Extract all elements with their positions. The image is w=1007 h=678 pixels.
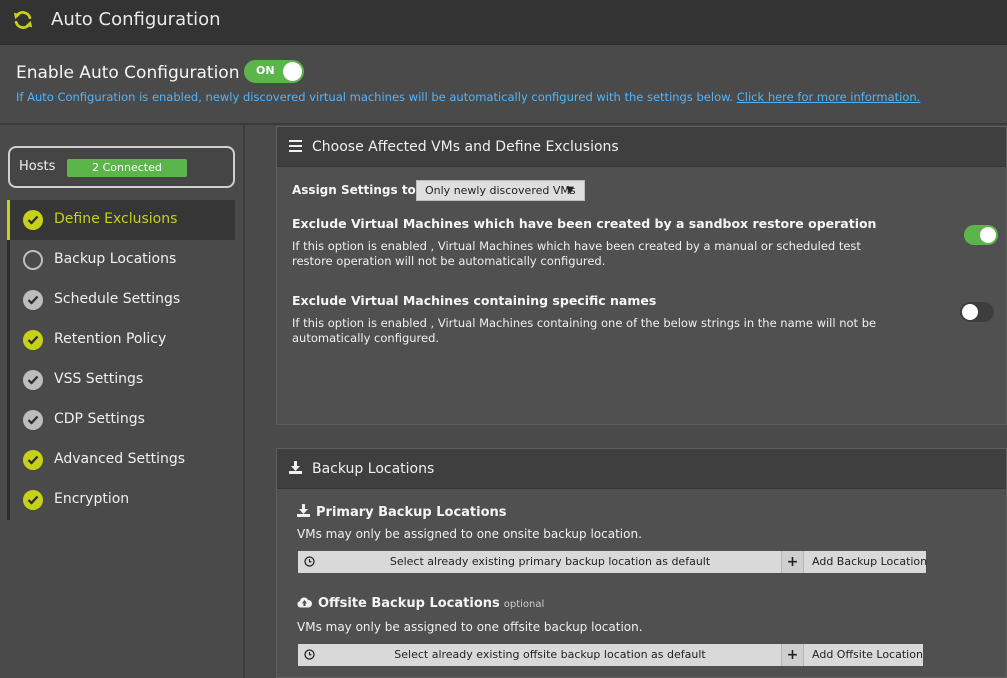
hosts-box[interactable]: Hosts 2 Connected xyxy=(8,146,235,188)
enable-auto-config-row: Enable Auto Configuration ON xyxy=(16,60,304,86)
primary-backup-desc: VMs may only be assigned to one onsite b… xyxy=(297,527,642,541)
check-circle-icon xyxy=(23,490,43,510)
primary-location-bar: Select already existing primary backup l… xyxy=(298,551,927,573)
add-icon[interactable]: + xyxy=(781,551,803,573)
sandbox-exclusion-desc: If this option is enabled , Virtual Mach… xyxy=(292,239,861,268)
enable-auto-config-toggle[interactable]: ON xyxy=(244,60,304,83)
sidebar-item-label: Schedule Settings xyxy=(54,291,181,307)
toggle-knob xyxy=(962,304,978,320)
sidebar-item-label: Backup Locations xyxy=(54,251,177,267)
sidebar-item-advanced-settings[interactable]: Advanced Settings xyxy=(10,440,235,480)
offsite-location-bar: Select already existing offsite backup l… xyxy=(298,644,923,666)
page-title: Auto Configuration xyxy=(51,9,221,30)
primary-backup-title-text: Primary Backup Locations xyxy=(316,505,507,520)
sidebar-item-vss-settings[interactable]: VSS Settings xyxy=(10,360,235,400)
offsite-backup-desc: VMs may only be assigned to one offsite … xyxy=(297,620,643,634)
download-icon xyxy=(297,504,310,517)
assign-settings-select[interactable]: Only newly discovered VMs ▼ xyxy=(416,180,585,201)
cloud-upload-icon xyxy=(297,597,312,608)
title-bar: Auto Configuration xyxy=(0,0,1007,45)
sidebar-item-label: Define Exclusions xyxy=(54,211,178,227)
add-backup-location-button[interactable]: Add Backup Location xyxy=(803,551,927,573)
info-description: If Auto Configuration is enabled, newly … xyxy=(16,90,734,104)
download-icon xyxy=(289,461,302,474)
info-text: If Auto Configuration is enabled, newly … xyxy=(16,90,920,104)
toggle-knob xyxy=(980,227,996,243)
backup-locations-panel-title: Backup Locations xyxy=(312,461,435,477)
sidebar-item-backup-locations[interactable]: Backup Locations xyxy=(10,240,235,280)
sandbox-exclusion-title: Exclude Virtual Machines which have been… xyxy=(292,216,877,231)
wizard-steps: Define Exclusions Backup Locations Sched… xyxy=(7,200,235,520)
toggle-knob xyxy=(283,62,302,81)
name-exclusion-desc: If this option is enabled , Virtual Mach… xyxy=(292,316,877,345)
sidebar-item-retention-policy[interactable]: Retention Policy xyxy=(10,320,235,360)
sidebar-item-label: Retention Policy xyxy=(54,331,167,347)
clock-icon xyxy=(304,649,315,660)
check-circle-icon xyxy=(23,450,43,470)
offsite-location-select[interactable]: Select already existing offsite backup l… xyxy=(320,644,780,666)
optional-label: optional xyxy=(503,599,545,610)
clock-icon xyxy=(304,556,315,567)
backup-locations-panel: Backup Locations Primary Backup Location… xyxy=(276,448,1007,678)
sidebar-item-label: CDP Settings xyxy=(54,411,145,427)
refresh-icon xyxy=(13,11,33,29)
offsite-backup-title: Offsite Backup Locations optional xyxy=(297,596,544,611)
hosts-label: Hosts xyxy=(19,159,56,174)
check-circle-icon xyxy=(23,290,43,310)
check-circle-icon xyxy=(23,210,43,230)
toggle-on-label: ON xyxy=(256,64,275,77)
sidebar-item-schedule-settings[interactable]: Schedule Settings xyxy=(10,280,235,320)
name-exclusion-title: Exclude Virtual Machines containing spec… xyxy=(292,293,657,308)
primary-location-select[interactable]: Select already existing primary backup l… xyxy=(320,551,780,573)
assign-settings-label: Assign Settings to: xyxy=(292,183,421,197)
caret-down-icon: ▼ xyxy=(566,185,574,196)
sidebar-item-label: VSS Settings xyxy=(54,371,144,387)
sidebar-item-cdp-settings[interactable]: CDP Settings xyxy=(10,400,235,440)
sidebar-item-label: Encryption xyxy=(54,491,130,507)
add-icon[interactable]: + xyxy=(781,644,803,666)
empty-circle-icon xyxy=(23,250,43,270)
add-offsite-location-button[interactable]: Add Offsite Location xyxy=(803,644,923,666)
check-circle-icon xyxy=(23,410,43,430)
offsite-backup-title-text: Offsite Backup Locations xyxy=(318,596,500,611)
check-circle-icon xyxy=(23,330,43,350)
sidebar-item-encryption[interactable]: Encryption xyxy=(10,480,235,520)
exclusions-panel-title: Choose Affected VMs and Define Exclusion… xyxy=(312,139,619,155)
sidebar-item-label: Advanced Settings xyxy=(54,451,186,467)
menu-icon xyxy=(289,140,302,152)
exclusions-panel: Choose Affected VMs and Define Exclusion… xyxy=(276,126,1007,425)
sandbox-exclusion-toggle[interactable] xyxy=(964,225,998,245)
more-info-link[interactable]: Click here for more information. xyxy=(737,90,921,104)
sidebar: Hosts 2 Connected Define Exclusions Back… xyxy=(0,125,245,678)
sidebar-item-define-exclusions[interactable]: Define Exclusions xyxy=(7,200,235,240)
name-exclusion-toggle[interactable] xyxy=(960,302,994,322)
backup-locations-panel-header: Backup Locations xyxy=(277,449,1006,489)
exclusions-panel-header: Choose Affected VMs and Define Exclusion… xyxy=(277,127,1006,167)
check-circle-icon xyxy=(23,370,43,390)
assign-settings-value: Only newly discovered VMs xyxy=(425,184,576,197)
hosts-connected-badge: 2 Connected xyxy=(67,159,187,177)
enable-auto-config-label: Enable Auto Configuration xyxy=(16,63,240,83)
primary-backup-title: Primary Backup Locations xyxy=(297,504,507,520)
